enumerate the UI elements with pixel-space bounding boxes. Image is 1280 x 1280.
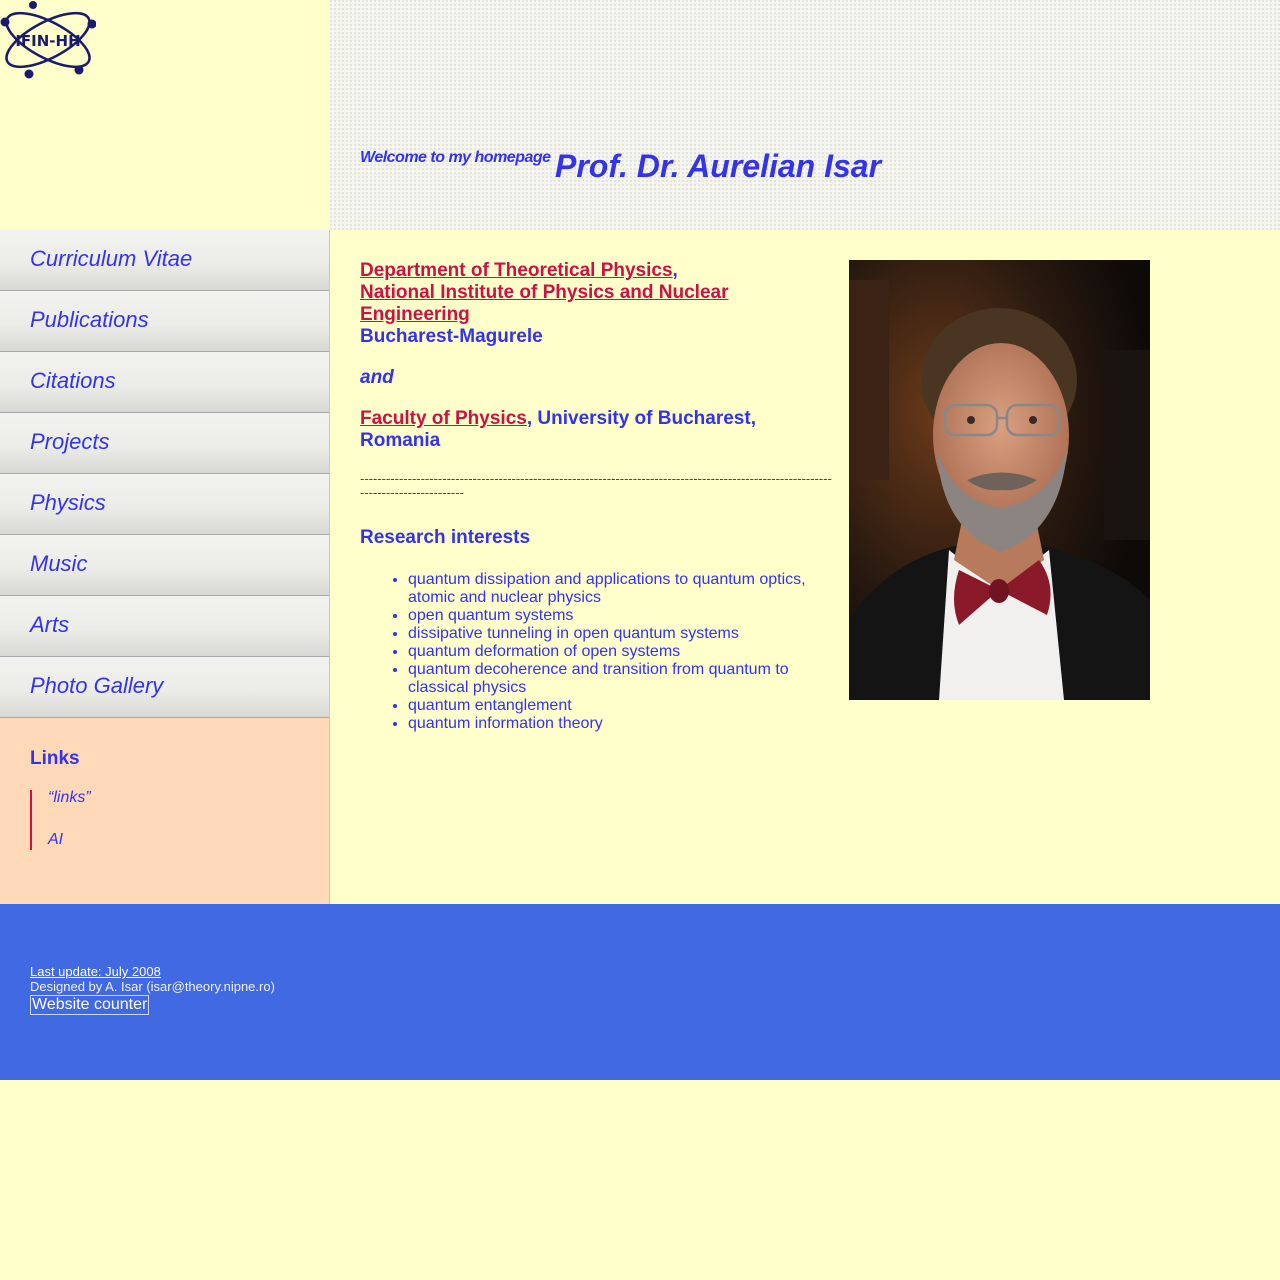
nav-item-physics[interactable]: Physics: [0, 474, 329, 535]
research-item: open quantum systems: [408, 607, 835, 625]
page-title: Prof. Dr. Aurelian Isar: [555, 148, 882, 184]
institute-link[interactable]: National Institute of Physics and Nuclea…: [360, 282, 728, 325]
links-list: “links” AI: [30, 790, 299, 850]
link-item-ai[interactable]: AI: [48, 832, 299, 850]
svg-text:IFIN-HH: IFIN-HH: [15, 32, 80, 50]
main-content: Department of Theoretical Physics, Natio…: [360, 260, 835, 733]
nav-item-projects[interactable]: Projects: [0, 413, 329, 474]
links-title: Links: [30, 748, 80, 769]
dept-comma: ,: [672, 260, 678, 281]
research-item: quantum information theory: [408, 715, 835, 733]
last-update-link[interactable]: Last update: July 2008: [30, 964, 161, 979]
affiliation-2: Faculty of Physics, University of Buchar…: [360, 408, 835, 452]
designed-by-text: Designed by A. Isar (isar@theory.nipne.r…: [30, 979, 275, 994]
and-text: and: [360, 367, 394, 388]
research-item: quantum decoherence and transition from …: [408, 661, 835, 697]
research-item: quantum deformation of open systems: [408, 643, 835, 661]
footer-content: Last update: July 2008 Designed by A. Is…: [30, 964, 275, 1015]
portrait-illustration: [849, 260, 1150, 700]
link-item-links[interactable]: “links”: [48, 790, 299, 832]
nav-item-music[interactable]: Music: [0, 535, 329, 596]
sidebar: Curriculum Vitae Publications Citations …: [0, 230, 330, 904]
header-banner: Welcome to my homepage Prof. Dr. Aurelia…: [330, 0, 1280, 230]
affiliation-1: Department of Theoretical Physics, Natio…: [360, 260, 835, 348]
nav-item-photo-gallery[interactable]: Photo Gallery: [0, 657, 329, 718]
logo-area: IFIN-HH: [0, 0, 330, 230]
website-counter-image[interactable]: Website counter: [30, 995, 150, 1015]
nav-item-curriculum-vitae[interactable]: Curriculum Vitae: [0, 230, 329, 291]
city-text: Bucharest-Magurele: [360, 326, 543, 347]
research-list: quantum dissipation and applications to …: [360, 571, 835, 733]
research-item: dissipative tunneling in open quantum sy…: [408, 625, 835, 643]
faculty-of-physics-link[interactable]: Faculty of Physics: [360, 408, 527, 429]
nav-item-arts[interactable]: Arts: [0, 596, 329, 657]
research-title: Research interests: [360, 527, 531, 548]
welcome-text: Welcome to my homepage: [360, 149, 551, 166]
links-section: Links “links” AI: [0, 718, 329, 850]
research-item: quantum dissipation and applications to …: [408, 571, 835, 607]
research-item: quantum entanglement: [408, 697, 835, 715]
nav-item-citations[interactable]: Citations: [0, 352, 329, 413]
nav-item-publications[interactable]: Publications: [0, 291, 329, 352]
dept-theoretical-physics-link[interactable]: Department of Theoretical Physics: [360, 260, 673, 281]
atom-logo-icon: IFIN-HH: [0, 1, 96, 79]
portrait-photo: [849, 260, 1150, 700]
divider-dashes: ----------------------------------------…: [360, 472, 832, 500]
footer: Last update: July 2008 Designed by A. Is…: [0, 904, 1280, 1080]
